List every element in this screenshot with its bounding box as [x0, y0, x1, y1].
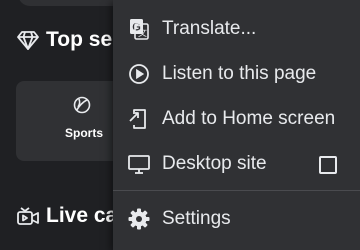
diamond-icon [16, 28, 40, 52]
overflow-menu: G 文 Translate... Listen to this page Add… [113, 0, 360, 250]
translate-label: Translate... [162, 18, 257, 39]
monitor-icon [127, 152, 151, 176]
menu-item-add-home[interactable]: Add to Home screen [113, 99, 360, 139]
top-section-heading: Top se [16, 28, 112, 52]
settings-label: Settings [162, 208, 231, 229]
sports-ball-icon [73, 96, 91, 114]
desktop-site-label: Desktop site [162, 153, 267, 174]
menu-item-listen[interactable]: Listen to this page [113, 54, 360, 94]
play-circle-icon [127, 62, 151, 86]
menu-item-settings[interactable]: Settings [113, 199, 360, 239]
add-to-home-phone-icon [127, 107, 151, 131]
sports-label: Sports [65, 126, 104, 140]
live-section-title: Live ca [46, 204, 118, 227]
add-home-label: Add to Home screen [162, 108, 336, 129]
desktop-site-checkbox[interactable] [319, 156, 337, 174]
live-section-heading: Live ca [16, 204, 117, 228]
translate-icon: G 文 [127, 17, 151, 41]
svg-text:文: 文 [138, 27, 147, 38]
gear-icon [127, 207, 151, 231]
menu-divider [113, 190, 360, 191]
menu-item-desktop-site[interactable]: Desktop site [113, 144, 360, 184]
live-video-icon [16, 204, 40, 228]
listen-label: Listen to this page [162, 63, 317, 84]
menu-item-translate[interactable]: G 文 Translate... [113, 9, 360, 49]
sports-card[interactable]: Sports [16, 81, 126, 161]
top-section-title: Top se [46, 28, 113, 51]
